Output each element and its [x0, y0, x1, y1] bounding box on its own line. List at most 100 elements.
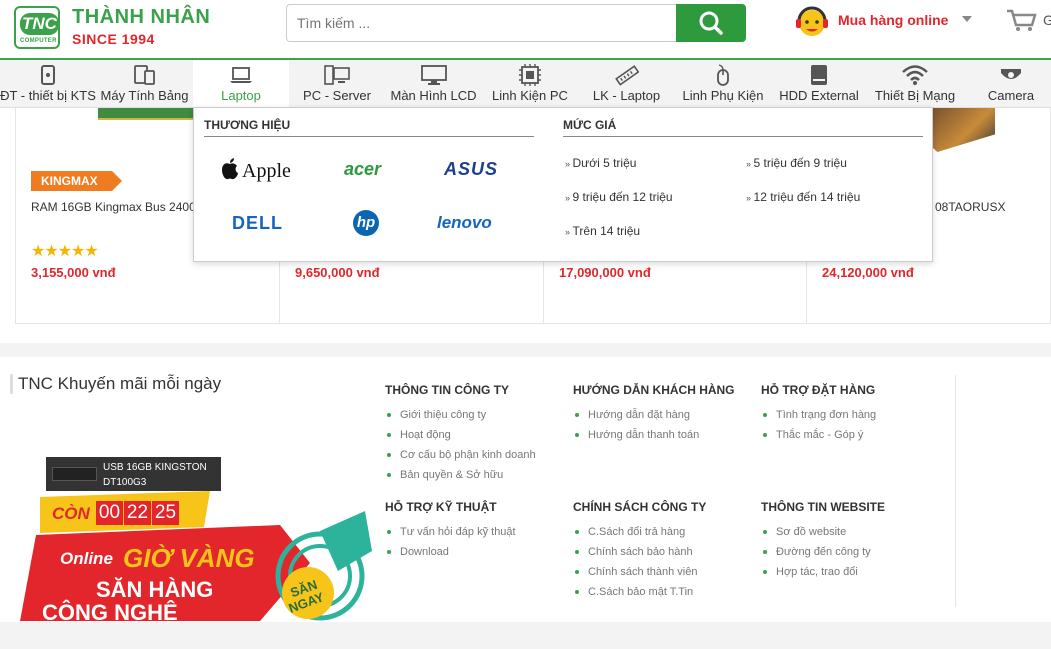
- brand-name[interactable]: THÀNH NHÂN: [72, 6, 210, 29]
- footer-link[interactable]: Hoạt động: [385, 425, 536, 445]
- nav-item-pc-server[interactable]: PC - Server: [289, 60, 385, 108]
- footer-divider: [955, 375, 956, 607]
- price-filter-9-12[interactable]: 9 triệu đến 12 triệu: [565, 190, 673, 204]
- footer-link[interactable]: Chính sách thành viên: [573, 562, 706, 582]
- nav-label: Màn Hình LCD: [390, 88, 477, 103]
- footer-col-guide: HƯỚNG DẪN KHÁCH HÀNG Hướng dẫn đặt hàng …: [573, 383, 735, 445]
- nav-label: ĐT - thiết bị KTS: [0, 88, 96, 103]
- monitor-icon: [420, 65, 447, 85]
- price-filter-under-5[interactable]: Dưới 5 triệu: [565, 156, 637, 170]
- nav-label: Laptop: [221, 88, 261, 103]
- search-icon: [699, 11, 723, 35]
- banner-online: Online: [60, 549, 113, 568]
- countdown-minutes: 22: [124, 501, 151, 525]
- phone-icon: [41, 65, 55, 85]
- footer-link[interactable]: Hướng dẫn thanh toán: [573, 425, 735, 445]
- product-image[interactable]: [923, 108, 995, 152]
- online-order-label[interactable]: Mua hàng online: [838, 12, 948, 28]
- footer-col-policy: CHÍNH SÁCH CÔNG TY C.Sách đổi trả hàng C…: [573, 500, 706, 602]
- footer-link[interactable]: Đường đến công ty: [761, 542, 885, 562]
- tnc-logo[interactable]: TNC COMPUTER: [14, 6, 60, 49]
- chip-icon: [519, 64, 541, 86]
- nav-label: Linh Phụ Kiện: [682, 88, 764, 103]
- category-nav: ĐT - thiết bị KTS Máy Tính Bảng Laptop P…: [0, 58, 1051, 108]
- product-price: 17,090,000 vnđ: [559, 265, 651, 280]
- brand-acer[interactable]: acer: [344, 155, 404, 185]
- cart-icon[interactable]: [1006, 8, 1038, 32]
- promo-product[interactable]: USB 16GB KINGSTON DT100G3: [46, 457, 221, 491]
- nav-item-network[interactable]: Thiết Bị Mạng: [867, 60, 963, 108]
- nav-item-hdd[interactable]: HDD External: [771, 60, 867, 108]
- camera-icon: [1001, 69, 1021, 79]
- brand-label: DELL: [232, 213, 283, 233]
- support-agent-icon: [796, 6, 828, 36]
- hp-logo-icon: hp: [353, 210, 379, 236]
- footer-heading: HỖ TRỢ ĐẶT HÀNG: [761, 383, 876, 397]
- promo-product-model: DT100G3: [103, 477, 147, 488]
- brand-label: lenovo: [437, 213, 492, 232]
- nav-item-lcd[interactable]: Màn Hình LCD: [385, 60, 482, 108]
- nav-item-pc-parts[interactable]: Linh Kiện PC: [482, 60, 578, 108]
- banner-gio-vang: GIỜ VÀNG: [123, 543, 255, 573]
- brand-dell[interactable]: DELL: [232, 209, 292, 239]
- nav-item-laptop-parts[interactable]: LK - Laptop: [578, 60, 675, 108]
- footer-col-website: THÔNG TIN WEBSITE Sơ đồ website Đường đế…: [761, 500, 885, 582]
- footer-link[interactable]: C.Sách đổi trả hàng: [573, 522, 706, 542]
- pc-server-icon: [324, 65, 350, 85]
- product-price: 3,155,000 vnđ: [31, 265, 116, 280]
- footer-link[interactable]: Tư vấn hỏi đáp kỹ thuật: [385, 522, 516, 542]
- ram-icon: [614, 65, 639, 86]
- search-button[interactable]: [676, 4, 746, 42]
- brands-heading: THƯƠNG HIỆU: [204, 118, 534, 137]
- nav-label: Thiết Bị Mạng: [874, 88, 956, 103]
- footer-link[interactable]: Download: [385, 542, 516, 562]
- footer-link[interactable]: Hợp tác, trao đổi: [761, 562, 885, 582]
- footer-link[interactable]: Cơ cấu bộ phận kinh doanh: [385, 445, 536, 465]
- price-filter-5-9[interactable]: 5 triệu đến 9 triệu: [746, 156, 847, 170]
- chevron-down-icon[interactable]: [962, 16, 972, 22]
- nav-label: Linh Kiện PC: [492, 88, 568, 103]
- nav-label: Máy Tính Bảng: [100, 88, 189, 103]
- footer-link[interactable]: Giới thiệu công ty: [385, 405, 536, 425]
- promo-product-name: USB 16GB KINGSTON: [103, 462, 207, 473]
- price-filter-over-14[interactable]: Trên 14 triệu: [565, 224, 641, 238]
- brand-lenovo[interactable]: lenovo: [437, 209, 517, 239]
- cart-label[interactable]: G: [1043, 12, 1051, 28]
- brand-hp[interactable]: hp: [353, 209, 381, 239]
- nav-item-camera[interactable]: Camera: [963, 60, 1051, 108]
- nav-label: HDD External: [779, 88, 859, 103]
- footer-col-company: THÔNG TIN CÔNG TY Giới thiệu công ty Hoạ…: [385, 383, 536, 485]
- footer-link[interactable]: Tình trạng đơn hàng: [761, 405, 876, 425]
- brand-asus[interactable]: ASUS: [444, 155, 514, 185]
- footer-link[interactable]: C.Sách bảo mật T.Tin: [573, 582, 706, 602]
- footer-link[interactable]: Chính sách bảo hành: [573, 542, 706, 562]
- nav-item-phones[interactable]: ĐT - thiết bị KTS: [0, 60, 96, 108]
- footer-col-tech: HỖ TRỢ KỸ THUẬT Tư vấn hỏi đáp kỹ thuật …: [385, 500, 516, 562]
- product-name[interactable]: 08TAORUSX: [935, 200, 1005, 214]
- nav-item-laptop[interactable]: Laptop: [193, 60, 289, 108]
- footer-heading: THÔNG TIN WEBSITE: [761, 500, 885, 514]
- price-filter-12-14[interactable]: 12 triệu đến 14 triệu: [746, 190, 861, 204]
- wifi-icon: [902, 65, 928, 85]
- countdown-hours: 00: [96, 501, 123, 525]
- footer-link[interactable]: Hướng dẫn đặt hàng: [573, 405, 735, 425]
- nav-label: Camera: [987, 88, 1035, 103]
- rating-stars: ★★★★★: [31, 243, 99, 260]
- laptop-icon: [230, 67, 252, 83]
- footer-link[interactable]: Thắc mắc - Góp ý: [761, 425, 876, 445]
- product-name[interactable]: RAM 16GB Kingmax Bus 2400: [31, 200, 196, 214]
- nav-item-accessories[interactable]: Linh Phụ Kiện: [675, 60, 771, 108]
- laptop-mega-menu: THƯƠNG HIỆU MỨC GIÁ Apple acer ASUS DELL…: [193, 107, 933, 262]
- brand-label: hp: [356, 214, 376, 231]
- search-input[interactable]: [286, 4, 678, 42]
- price-heading: MỨC GIÁ: [563, 118, 923, 137]
- nav-item-tablets[interactable]: Máy Tính Bảng: [96, 60, 193, 108]
- countdown-seconds: 25: [152, 501, 179, 525]
- footer-link[interactable]: Bản quyền & Sở hữu: [385, 465, 536, 485]
- footer-link[interactable]: Sơ đồ website: [761, 522, 885, 542]
- hdd-icon: [811, 65, 827, 85]
- countdown-label: CÒN: [52, 504, 90, 523]
- golden-hour-banner[interactable]: CÒN 00 22 25 Online GIỜ VÀNG SĂN HÀNG CÔ…: [20, 491, 380, 624]
- brand-apple[interactable]: Apple: [220, 155, 300, 185]
- footer-bottom-bar: [0, 622, 1051, 649]
